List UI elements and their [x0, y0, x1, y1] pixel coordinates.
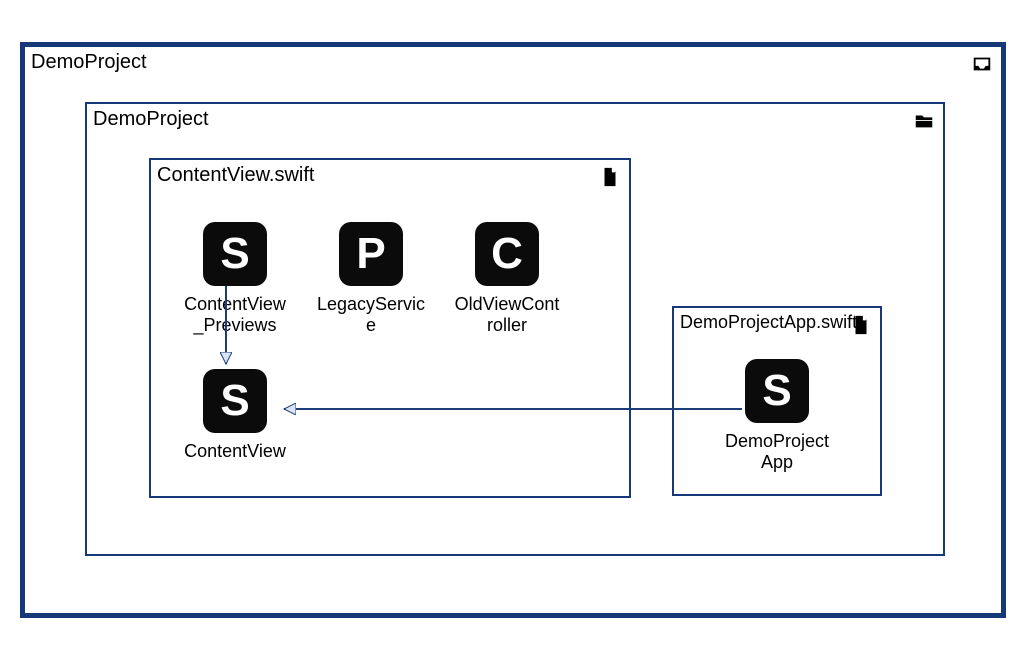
- struct-node-app[interactable]: S: [745, 359, 809, 423]
- folder-icon: [913, 110, 935, 137]
- class-node-oldvc[interactable]: C: [475, 222, 539, 286]
- file-icon: [599, 166, 621, 193]
- node-label-app: DemoProjectApp: [722, 431, 832, 472]
- project-title: DemoProject: [31, 51, 147, 74]
- inbox-icon: [971, 53, 993, 80]
- node-label-contentview: ContentView: [180, 441, 290, 462]
- file-title-contentview: ContentView.swift: [157, 164, 315, 187]
- protocol-node-legacy[interactable]: P: [339, 222, 403, 286]
- node-label-oldvc: OldViewController: [452, 294, 562, 335]
- file-icon: [850, 314, 872, 341]
- file-title-app: DemoProjectApp.swift: [680, 312, 857, 333]
- struct-node-previews[interactable]: S: [203, 222, 267, 286]
- diagram-canvas: DemoProject DemoProject ContentView.swif…: [0, 0, 1024, 658]
- folder-title: DemoProject: [93, 108, 209, 131]
- struct-node-contentview[interactable]: S: [203, 369, 267, 433]
- node-label-previews: ContentView_Previews: [180, 294, 290, 335]
- node-label-legacy: LegacyService: [316, 294, 426, 335]
